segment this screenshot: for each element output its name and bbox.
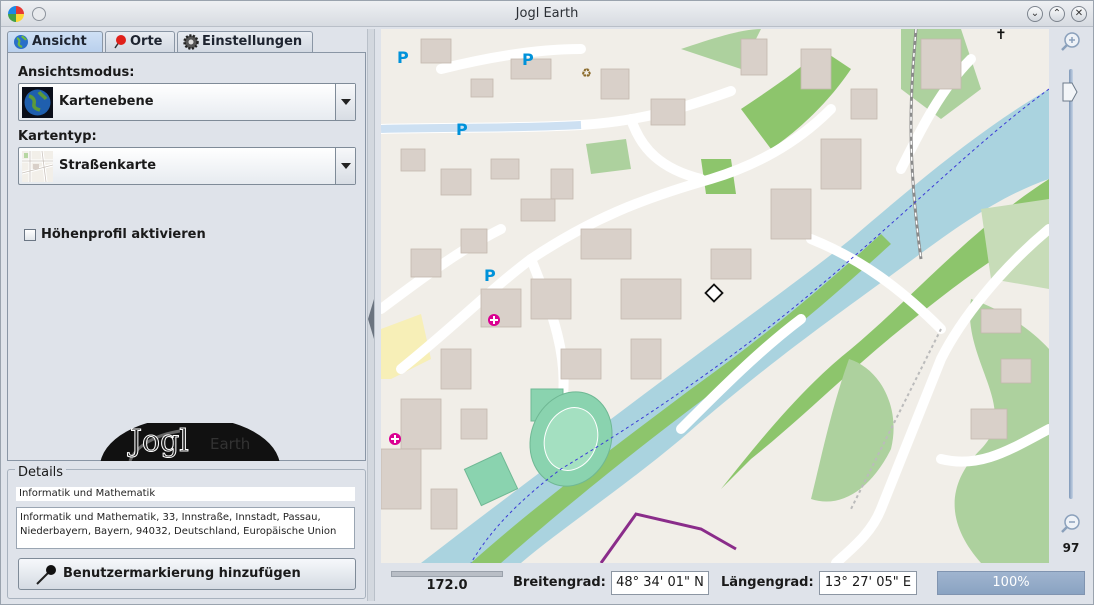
view-mode-value: Kartenebene <box>59 94 154 109</box>
add-user-marker-button[interactable]: Benutzermarkierung hinzufügen <box>18 558 356 590</box>
loading-progress: 100% <box>937 571 1085 595</box>
view-mode-select[interactable]: Kartenebene <box>18 83 356 121</box>
title-bar: Jogl Earth ⌄ ⌃ ✕ <box>1 1 1093 27</box>
globe-icon <box>22 87 53 118</box>
close-button[interactable]: ✕ <box>1071 6 1087 22</box>
chevron-down-icon[interactable] <box>335 84 355 120</box>
svg-text:♻: ♻ <box>581 66 592 80</box>
minimize-button[interactable]: ⌄ <box>1027 6 1043 22</box>
panel-splitter[interactable] <box>367 29 375 601</box>
longitude-label: Längengrad: <box>721 575 814 590</box>
place-name-field: Informatik und Mathematik <box>16 487 355 501</box>
longitude-field[interactable]: 13° 27' 05" E <box>819 571 917 595</box>
add-user-marker-label: Benutzermarkierung hinzufügen <box>63 566 301 581</box>
app-window: Jogl Earth ⌄ ⌃ ✕ Ansicht Orte Einstellun… <box>0 0 1094 605</box>
map-view[interactable]: P P P P ✝ ♻ <box>381 29 1049 563</box>
tab-orte[interactable]: Orte <box>105 31 175 52</box>
zoom-out-icon[interactable] <box>1060 513 1082 535</box>
jogl-earth-logo: Jogl Earth <box>100 423 280 461</box>
map-type-select[interactable]: Straßenkarte <box>18 147 356 185</box>
chevron-down-icon[interactable] <box>335 148 355 184</box>
altitude-value: 172.0 <box>426 578 468 593</box>
zoom-in-icon[interactable] <box>1060 31 1082 53</box>
street-map-icon <box>22 151 53 182</box>
tab-ansicht[interactable]: Ansicht <box>7 31 103 53</box>
progress-label: 100% <box>992 575 1030 590</box>
zoom-value: 97 <box>1062 541 1080 555</box>
zoom-slider-track[interactable] <box>1069 69 1073 499</box>
collapse-arrow-icon[interactable] <box>368 299 374 339</box>
svg-text:P: P <box>484 266 496 285</box>
zoom-control: 97 <box>1051 29 1093 563</box>
zoom-slider-handle[interactable] <box>1062 82 1078 102</box>
ansicht-panel: Ansichtsmodus: Kartenebene Kartentyp: St… <box>7 52 366 461</box>
latitude-field[interactable]: 48° 34' 01" N <box>611 571 709 595</box>
details-legend: Details <box>15 465 67 480</box>
svg-text:Jogl: Jogl <box>127 424 189 459</box>
tab-label: Ansicht <box>32 34 87 49</box>
tab-label: Orte <box>130 34 163 49</box>
map-canvas: P P P P ✝ ♻ <box>381 29 1049 563</box>
elevation-label: Höhenprofil aktivieren <box>41 227 206 242</box>
altitude-bar <box>391 571 503 577</box>
gear-icon <box>183 34 199 50</box>
svg-text:✝: ✝ <box>995 29 1007 43</box>
address-field: Informatik und Mathematik, 33, Innstraße… <box>16 507 355 549</box>
elevation-checkbox[interactable] <box>24 229 36 241</box>
svg-text:P: P <box>456 120 468 139</box>
status-bar: 172.0 Breitengrad: 48° 34' 01" N Längeng… <box>381 565 1091 601</box>
tab-label: Einstellungen <box>202 34 303 49</box>
svg-text:P: P <box>397 48 409 67</box>
svg-text:Earth: Earth <box>210 435 250 453</box>
tab-einstellungen[interactable]: Einstellungen <box>177 31 313 52</box>
side-panel: Ansicht Orte Einstellungen Ansichtsmodus… <box>5 29 367 601</box>
details-group: Details Informatik und Mathematik Inform… <box>7 465 366 599</box>
pushpin-icon <box>114 35 126 49</box>
view-mode-label: Ansichtsmodus: <box>18 65 135 80</box>
map-type-value: Straßenkarte <box>59 158 157 173</box>
latitude-label: Breitengrad: <box>513 575 606 590</box>
maximize-button[interactable]: ⌃ <box>1049 6 1065 22</box>
svg-text:P: P <box>522 50 534 69</box>
window-title: Jogl Earth <box>515 6 579 21</box>
globe-icon <box>14 35 28 49</box>
pin-icon <box>36 565 56 585</box>
map-type-label: Kartentyp: <box>18 129 97 144</box>
